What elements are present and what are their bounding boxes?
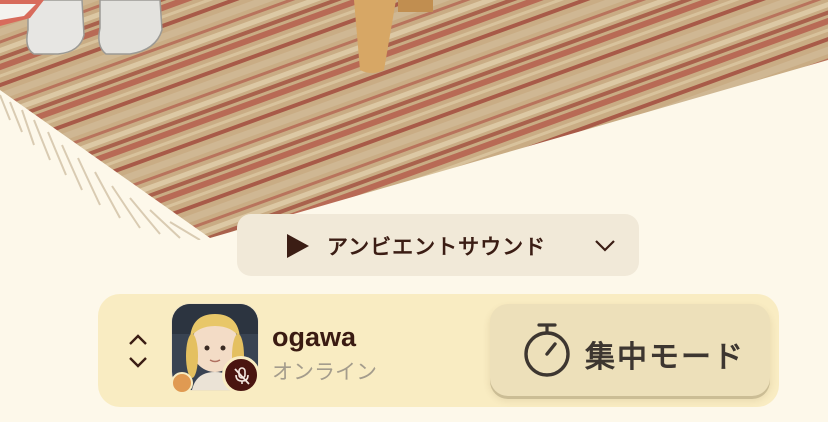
mic-muted-badge[interactable] [222,356,260,394]
chevron-down-icon[interactable] [594,238,616,254]
ambient-sound-label: アンビエントサウンド [327,235,547,259]
focus-mode-label: 集中モード [585,340,745,375]
ambient-sound-selector[interactable]: アンビエントサウンド [237,214,639,276]
background-scene [0,0,828,240]
play-icon[interactable] [287,234,309,258]
mic-off-icon [234,367,250,385]
online-status-dot [171,372,193,394]
focus-mode-button[interactable]: 集中モード [490,304,770,396]
expand-collapse-icon[interactable] [126,332,150,370]
stopwatch-icon [524,323,570,377]
user-name: ogawa [272,322,357,352]
user-status: オンライン [272,360,377,384]
user-bar: ogawa オンライン 集中モード [98,294,779,407]
